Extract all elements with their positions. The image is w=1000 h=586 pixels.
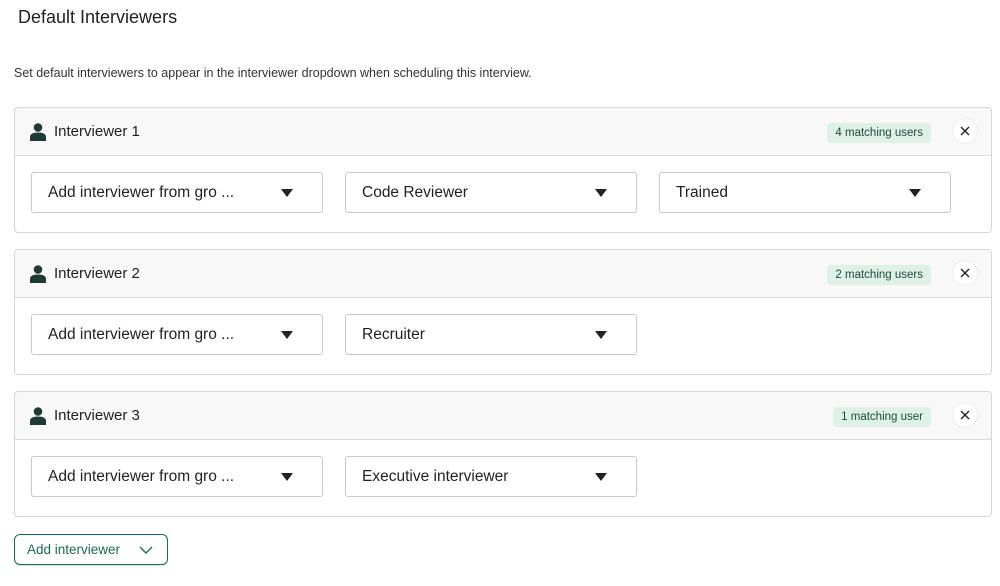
matching-users-badge: 2 matching users bbox=[827, 265, 931, 285]
person-icon bbox=[30, 265, 46, 283]
matching-users-badge: 1 matching user bbox=[833, 407, 931, 427]
group-select-value: Add interviewer from gro ... bbox=[48, 468, 235, 485]
role-select-value: Executive interviewer bbox=[362, 468, 509, 485]
group-select[interactable]: Add interviewer from gro ... bbox=[31, 456, 323, 497]
interviewer-card-header: Interviewer 3 1 matching user bbox=[15, 392, 991, 440]
group-select[interactable]: Add interviewer from gro ... bbox=[31, 172, 323, 213]
group-select-value: Add interviewer from gro ... bbox=[48, 326, 235, 343]
add-interviewer-button[interactable]: Add interviewer bbox=[14, 534, 168, 565]
remove-interviewer-button[interactable] bbox=[953, 119, 977, 143]
caret-down-icon bbox=[281, 189, 293, 197]
remove-interviewer-button[interactable] bbox=[953, 261, 977, 285]
role-select[interactable]: Code Reviewer bbox=[345, 172, 637, 213]
close-icon bbox=[960, 410, 970, 420]
group-select-value: Add interviewer from gro ... bbox=[48, 184, 235, 201]
interviewer-title: Interviewer 1 bbox=[54, 123, 140, 140]
status-select-value: Trained bbox=[676, 184, 728, 201]
add-interviewer-label: Add interviewer bbox=[27, 542, 121, 557]
interviewer-card: Interviewer 3 1 matching user Add interv… bbox=[14, 391, 992, 517]
caret-down-icon bbox=[909, 189, 921, 197]
status-select[interactable]: Trained bbox=[659, 172, 951, 213]
chevron-down-icon bbox=[139, 546, 153, 554]
caret-down-icon bbox=[281, 331, 293, 339]
caret-down-icon bbox=[595, 473, 607, 481]
caret-down-icon bbox=[281, 473, 293, 481]
page-description: Set default interviewers to appear in th… bbox=[14, 66, 532, 80]
interviewer-card-header: Interviewer 1 4 matching users bbox=[15, 108, 991, 156]
role-select[interactable]: Executive interviewer bbox=[345, 456, 637, 497]
role-select-value: Recruiter bbox=[362, 326, 425, 343]
close-icon bbox=[960, 126, 970, 136]
role-select[interactable]: Recruiter bbox=[345, 314, 637, 355]
caret-down-icon bbox=[595, 331, 607, 339]
page-title: Default Interviewers bbox=[18, 7, 178, 27]
person-icon bbox=[30, 407, 46, 425]
interviewer-card: Interviewer 2 2 matching users Add inter… bbox=[14, 249, 992, 375]
close-icon bbox=[960, 268, 970, 278]
interviewer-title: Interviewer 2 bbox=[54, 265, 140, 282]
interviewer-card-header: Interviewer 2 2 matching users bbox=[15, 250, 991, 298]
caret-down-icon bbox=[595, 189, 607, 197]
person-icon bbox=[30, 123, 46, 141]
remove-interviewer-button[interactable] bbox=[953, 403, 977, 427]
matching-users-badge: 4 matching users bbox=[827, 123, 931, 143]
interviewer-card: Interviewer 1 4 matching users Add inter… bbox=[14, 107, 992, 233]
group-select[interactable]: Add interviewer from gro ... bbox=[31, 314, 323, 355]
interviewer-title: Interviewer 3 bbox=[54, 407, 140, 424]
role-select-value: Code Reviewer bbox=[362, 184, 468, 201]
